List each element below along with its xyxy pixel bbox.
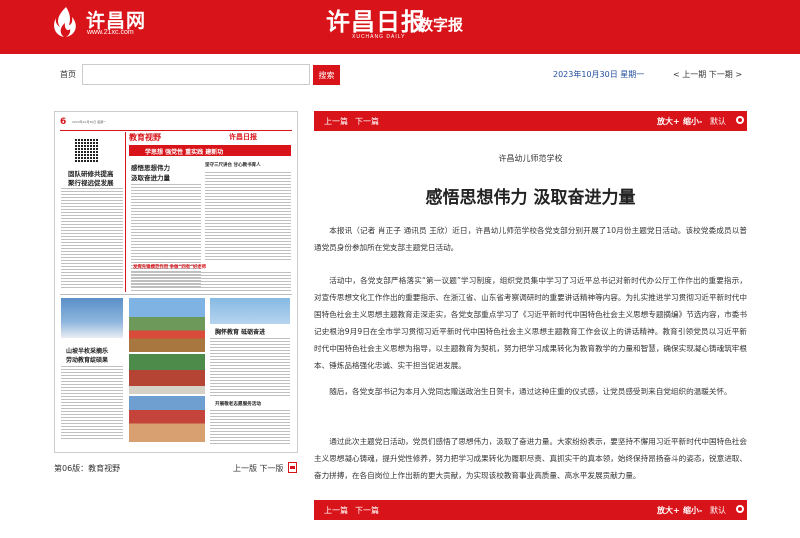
newspaper-text-block bbox=[210, 410, 290, 444]
newspaper-top-strip: 6 2023年10月30日 星期一 bbox=[60, 117, 292, 131]
pdf-download-icon[interactable] bbox=[288, 462, 297, 473]
newspaper-text-block bbox=[205, 172, 291, 262]
section-divider bbox=[60, 294, 292, 295]
site-header: 许昌网 www.21xc.com 许昌日报 XUCHANG DAILY 数字报 bbox=[0, 0, 800, 54]
newspaper-photo bbox=[129, 396, 205, 442]
search-input[interactable] bbox=[82, 64, 310, 85]
article-paragraph: 通过此次主题党日活动，党员们感悟了思想伟力，汲取了奋进力量。大家纷纷表示，要坚持… bbox=[314, 437, 747, 480]
newspaper-text-block bbox=[131, 272, 291, 292]
digital-edition-label: 数字报 bbox=[418, 16, 464, 34]
article-source: 许昌幼儿师范学校 bbox=[498, 154, 563, 163]
zoom-in-button[interactable]: 放大+ bbox=[657, 505, 680, 516]
next-article-link[interactable]: 下一篇 bbox=[355, 116, 379, 127]
newspaper-headline[interactable]: 聚行视远促发展 bbox=[68, 177, 114, 187]
qr-code-pattern bbox=[75, 138, 99, 162]
edition-name: 第06版：教育视野 bbox=[54, 464, 121, 473]
newspaper-headline[interactable]: 山坡半枚采摘乐 bbox=[66, 346, 108, 355]
paper-logo-title: 许昌日报 bbox=[326, 7, 426, 36]
edition-navigation[interactable]: 上一版 下一版 bbox=[233, 463, 284, 474]
zoom-out-button[interactable]: 缩小- bbox=[683, 505, 702, 516]
newspaper-text-block bbox=[61, 188, 123, 288]
column-divider bbox=[125, 132, 126, 292]
article-paragraph: 活动中，各党支部严格落实“第一议题”学习制度，组织党员集中学习了习近平总书记对新… bbox=[314, 276, 747, 370]
newspaper-headline[interactable]: 坚守三尺讲台 甘心教书育人 bbox=[205, 162, 261, 168]
newspaper-headline[interactable]: 胸怀教育 砥砺奋进 bbox=[215, 327, 265, 336]
newspaper-page-thumbnail[interactable]: 6 2023年10月30日 星期一 教育视野 许昌日报 学思想 强党性 重实践 … bbox=[54, 111, 298, 453]
newspaper-text-block bbox=[210, 338, 290, 396]
article-paragraph: 随后，各党支部书记为本月入党同志赠送政治生日贺卡，通过这种庄重的仪式感，让党员感… bbox=[329, 387, 732, 396]
newspaper-headline[interactable]: 汲取奋进力量 bbox=[131, 172, 170, 182]
newspaper-headline[interactable]: 发挥先锋模范作用 争做“四有”好老师 bbox=[133, 264, 206, 270]
home-link[interactable]: 首页 bbox=[60, 69, 76, 80]
zoom-reset-button[interactable]: 默认 bbox=[710, 116, 726, 127]
newspaper-photo bbox=[129, 298, 205, 352]
newspaper-banner-text: 学思想 强党性 重实践 建新功 bbox=[145, 149, 224, 156]
newspaper-meta: 2023年10月30日 星期一 bbox=[72, 120, 107, 124]
flame-logo-icon bbox=[54, 7, 76, 37]
newspaper-section-title: 教育视野 bbox=[129, 133, 161, 142]
newspaper-text-block bbox=[61, 366, 123, 441]
zoom-reset-button[interactable]: 默认 bbox=[710, 505, 726, 516]
reset-icon[interactable] bbox=[736, 505, 744, 513]
issue-navigation[interactable]: < 上一期 下一期 > bbox=[673, 69, 742, 80]
newspaper-ad-image bbox=[61, 298, 123, 338]
prev-article-link[interactable]: 上一篇 bbox=[324, 505, 348, 516]
next-article-link[interactable]: 下一篇 bbox=[355, 505, 379, 516]
zoom-out-button[interactable]: 缩小- bbox=[683, 116, 702, 127]
issue-date: 2023年10月30日 星期一 bbox=[553, 70, 645, 79]
article-title: 感悟思想伟力 汲取奋进力量 bbox=[425, 188, 636, 208]
newspaper-headline[interactable]: 感悟思想伟力 bbox=[131, 162, 170, 172]
search-button[interactable]: 搜索 bbox=[313, 65, 340, 85]
newspaper-photo bbox=[210, 298, 290, 324]
prev-article-link[interactable]: 上一篇 bbox=[324, 116, 348, 127]
zoom-in-button[interactable]: 放大+ bbox=[657, 116, 680, 127]
newspaper-headline[interactable]: 开展敬老志愿服务活动 bbox=[215, 401, 261, 407]
site-logo[interactable]: 许昌网 www.21xc.com bbox=[52, 3, 182, 43]
reset-icon[interactable] bbox=[736, 116, 744, 124]
article-toolbar-top: 上一篇 下一篇 放大+ 缩小- 默认 bbox=[314, 111, 747, 131]
newspaper-section-header: 教育视野 许昌日报 bbox=[129, 132, 291, 144]
article-toolbar-bottom: 上一篇 下一篇 放大+ 缩小- 默认 bbox=[314, 500, 747, 520]
article-paragraph: 本报讯（记者 肖正子 通讯员 王欣）近日，许昌幼儿师范学校各党支部分别开展了10… bbox=[314, 226, 747, 252]
paper-logo-english: XUCHANG DAILY bbox=[352, 34, 406, 40]
newspaper-page-number: 6 bbox=[60, 117, 67, 127]
newspaper-photo bbox=[129, 354, 205, 394]
newspaper-headline[interactable]: 劳动教育绽硕果 bbox=[66, 355, 108, 364]
site-logo-url: www.21xc.com bbox=[87, 29, 134, 36]
newspaper-paper-logo: 许昌日报 bbox=[229, 132, 257, 141]
